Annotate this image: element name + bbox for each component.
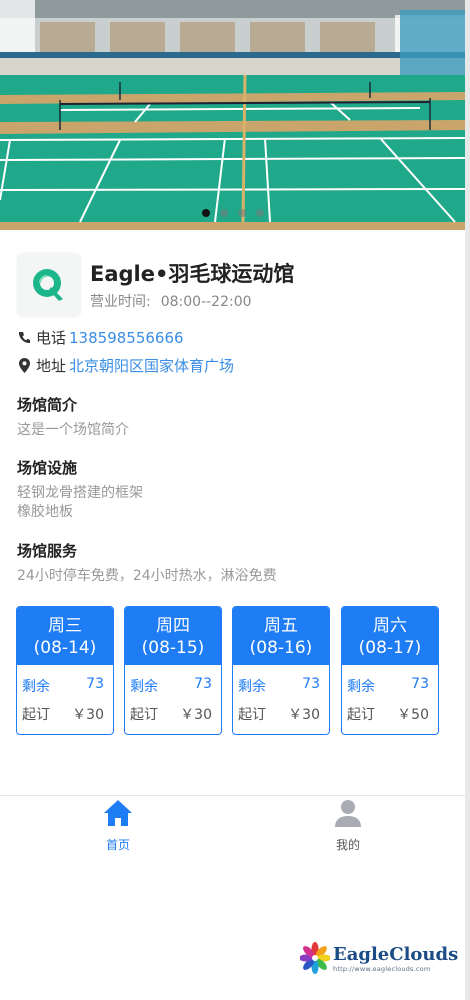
services-title: 场馆服务 [17, 542, 78, 560]
price-row: 起订 ￥50 [347, 704, 429, 724]
weekday: 周六 [373, 616, 407, 636]
facilities-text: 轻钢龙骨搭建的框架 橡胶地板 [17, 484, 143, 522]
carousel-dot[interactable] [255, 209, 264, 217]
remain-row: 剩余 73 [347, 676, 429, 696]
remain-count: 73 [302, 676, 320, 692]
tab-home-label: 首页 [105, 838, 130, 852]
phone-label: 电话 [36, 329, 67, 347]
facilities-line: 轻钢龙骨搭建的框架 [17, 485, 143, 501]
venue-name: Eagle•羽毛球运动馆 [90, 262, 295, 286]
watermark-url: http://www.eagleclouds.com [333, 965, 431, 973]
price-label: 起订 [347, 707, 375, 723]
remain-label: 剩余 [238, 679, 266, 695]
remain-label: 剩余 [130, 679, 158, 695]
price-row: 起订 ￥30 [130, 704, 212, 724]
scrollbar-track [465, 0, 470, 1000]
user-icon [335, 800, 361, 827]
price-row: 起订 ￥30 [238, 704, 320, 724]
day-card-1[interactable]: 周四 (08-15) 剩余 73 起订 ￥30 [124, 606, 222, 735]
price-value: ￥30 [180, 707, 212, 723]
address-link[interactable]: 北京朝阳区国家体育广场 [69, 355, 234, 376]
location-pin-icon [17, 358, 31, 374]
remain-count: 73 [86, 676, 104, 692]
banner-carousel[interactable] [0, 0, 465, 230]
price-row: 起订 ￥30 [22, 704, 104, 724]
remain-row: 剩余 73 [130, 676, 212, 696]
bottom-tab-bar: 首页 我的 [0, 795, 465, 857]
facilities-line: 橡胶地板 [17, 504, 73, 520]
price-label: 起订 [130, 707, 158, 723]
address-row: 地址 北京朝阳区国家体育广场 [17, 355, 234, 376]
intro-text: 这是一个场馆简介 [17, 422, 129, 438]
court-photo [0, 0, 465, 230]
watermark-brand: EagleClouds [333, 944, 459, 965]
tab-home[interactable]: 首页 [73, 796, 163, 856]
date: (08-14) [33, 638, 97, 658]
flower-logo-icon [300, 942, 330, 974]
day-card-0[interactable]: 周三 (08-14) 剩余 73 起订 ￥30 [16, 606, 114, 735]
remain-label: 剩余 [22, 679, 50, 695]
price-value: ￥50 [397, 707, 429, 723]
facilities-title: 场馆设施 [17, 459, 78, 477]
venue-detail-page: Eagle•羽毛球运动馆 营业时间: 08:00--22:00 电话 138598… [0, 0, 465, 1000]
weekday: 周五 [264, 616, 298, 636]
remain-count: 73 [411, 676, 429, 692]
price-value: ￥30 [72, 707, 104, 723]
services-text: 24小时停车免费，24小时热水，淋浴免费 [17, 568, 277, 584]
date: (08-17) [358, 638, 422, 658]
day-card-header: 周三 (08-14) [17, 607, 113, 665]
price-label: 起订 [238, 707, 266, 723]
day-card-3[interactable]: 周六 (08-17) 剩余 73 起订 ￥50 [341, 606, 439, 735]
carousel-dot[interactable] [201, 209, 210, 217]
search-logo-icon [33, 269, 63, 301]
watermark: EagleClouds http://www.eagleclouds.com [298, 938, 458, 978]
weekday: 周三 [48, 616, 82, 636]
hours-value: 08:00--22:00 [160, 294, 252, 310]
day-cards: 周三 (08-14) 剩余 73 起订 ￥30 周四 (08-15) 剩余 73 [16, 606, 441, 736]
hours-label: 营业时间: [90, 294, 151, 310]
business-hours: 营业时间: 08:00--22:00 [90, 291, 252, 311]
day-card-header: 周六 (08-17) [342, 607, 438, 665]
carousel-dots[interactable] [0, 209, 465, 217]
carousel-dot[interactable] [219, 209, 228, 217]
day-card-header: 周五 (08-16) [233, 607, 329, 665]
day-card-2[interactable]: 周五 (08-16) 剩余 73 起订 ￥30 [232, 606, 330, 735]
remain-label: 剩余 [347, 679, 375, 695]
carousel-dot[interactable] [237, 209, 246, 217]
day-card-header: 周四 (08-15) [125, 607, 221, 665]
tab-mine[interactable]: 我的 [303, 796, 393, 856]
remain-row: 剩余 73 [238, 676, 320, 696]
remain-count: 73 [194, 676, 212, 692]
phone-row: 电话 138598556666 [17, 327, 184, 348]
home-icon [104, 800, 132, 826]
price-label: 起订 [22, 707, 50, 723]
remain-row: 剩余 73 [22, 676, 104, 696]
weekday: 周四 [156, 616, 190, 636]
date: (08-15) [141, 638, 205, 658]
phone-icon [17, 330, 31, 346]
venue-logo [17, 253, 81, 317]
tab-mine-label: 我的 [335, 838, 360, 852]
price-value: ￥30 [288, 707, 320, 723]
address-label: 地址 [36, 357, 67, 375]
phone-link[interactable]: 138598556666 [69, 329, 184, 347]
intro-title: 场馆简介 [17, 396, 78, 414]
date: (08-16) [249, 638, 313, 658]
